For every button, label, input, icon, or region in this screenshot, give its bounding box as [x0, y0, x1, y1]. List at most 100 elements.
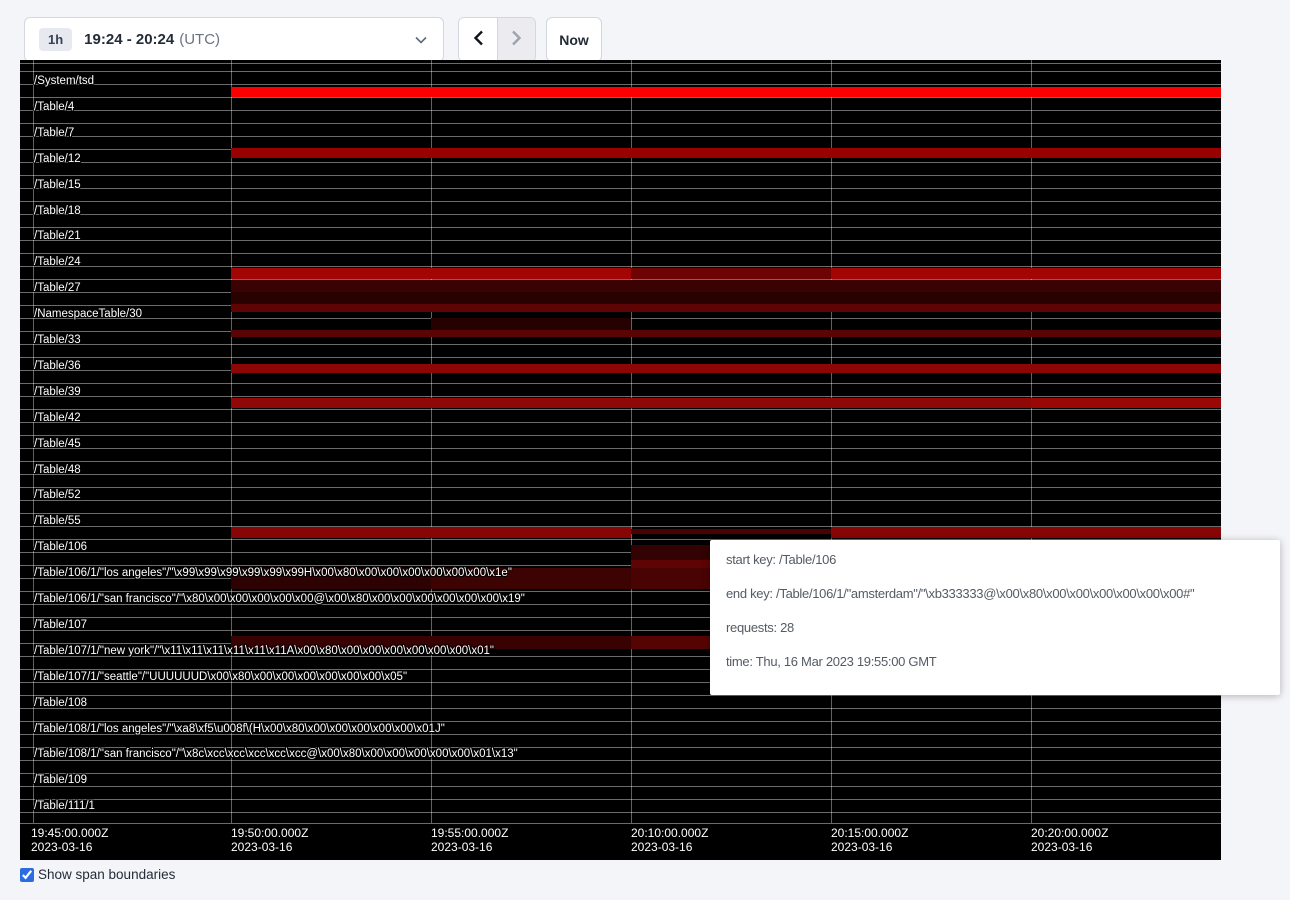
row-label: /Table/18: [34, 205, 81, 217]
now-button[interactable]: Now: [546, 17, 602, 62]
row-label: /Table/108/1/"san francisco"/"\x8c\xcc\x…: [34, 748, 518, 760]
row-label: /Table/106/1/"san francisco"/"\x80\x00\x…: [34, 593, 525, 605]
heat-band-segment[interactable]: [231, 268, 631, 279]
heat-band-segment[interactable]: [1031, 398, 1221, 408]
grid-line-h: [20, 435, 1221, 436]
heat-band-segment[interactable]: [231, 148, 1221, 158]
x-tick: 20:10:00.000Z2023-03-16: [631, 826, 708, 854]
grid-line-h: [20, 357, 1221, 358]
grid-line-h: [20, 448, 1221, 449]
grid-line-h: [20, 214, 1221, 215]
x-tick-date: 2023-03-16: [31, 840, 108, 854]
x-tick: 19:55:00.000Z2023-03-16: [431, 826, 508, 854]
x-tick: 19:50:00.000Z2023-03-16: [231, 826, 308, 854]
row-label: /Table/45: [34, 438, 81, 450]
row-label: /Table/111/1: [34, 800, 95, 812]
grid-line-h: [20, 162, 1221, 163]
heat-band-segment[interactable]: [231, 330, 1221, 337]
x-tick: 19:45:00.000Z2023-03-16: [31, 826, 108, 854]
grid-line-h: [20, 474, 1221, 475]
x-tick-time: 19:50:00.000Z: [231, 826, 308, 840]
chevron-down-icon: [415, 36, 427, 44]
grid-line-v: [631, 60, 632, 823]
x-tick: 20:20:00.000Z2023-03-16: [1031, 826, 1108, 854]
x-tick-time: 20:10:00.000Z: [631, 826, 708, 840]
x-tick-time: 19:55:00.000Z: [431, 826, 508, 840]
grid-line-h: [20, 799, 1221, 800]
grid-line-h: [20, 344, 1221, 345]
grid-line-h: [20, 773, 1221, 774]
grid-line-h: [20, 201, 1221, 202]
grid-line-h: [20, 422, 1221, 423]
heat-band-segment[interactable]: [231, 398, 1031, 408]
row-label: /Table/107/1/"new york"/"\x11\x11\x11\x1…: [34, 645, 494, 657]
grid-line-h: [20, 461, 1221, 462]
row-label: /Table/21: [34, 230, 81, 242]
grid-line-h: [20, 188, 1221, 189]
grid-line-h: [20, 84, 1221, 85]
tooltip-time: time: Thu, 16 Mar 2023 19:55:00 GMT: [726, 655, 1270, 669]
row-label: /Table/33: [34, 334, 81, 346]
x-tick-date: 2023-03-16: [1031, 840, 1108, 854]
show-span-boundaries-checkbox[interactable]: [20, 868, 34, 882]
heat-band-segment[interactable]: [231, 304, 1221, 312]
heat-band-segment[interactable]: [231, 527, 631, 538]
heat-band-segment[interactable]: [631, 529, 831, 534]
grid-line-h: [20, 823, 1221, 824]
grid-line-h: [20, 409, 1221, 410]
grid-line-v: [831, 60, 832, 823]
footer-controls: Show span boundaries: [20, 867, 175, 882]
next-time-button[interactable]: [497, 18, 535, 61]
time-range-selector[interactable]: 1h 19:24 - 20:24 (UTC): [24, 17, 444, 62]
time-range-text: 19:24 - 20:24: [84, 31, 174, 48]
heat-band-segment[interactable]: [231, 292, 1221, 304]
duration-badge: 1h: [39, 28, 72, 51]
row-label: /Table/12: [34, 153, 81, 165]
row-label: /Table/107/1/"seattle"/"UUUUUUD\x00\x80\…: [34, 671, 407, 683]
show-span-boundaries-label: Show span boundaries: [38, 867, 175, 882]
row-label: /Table/52: [34, 489, 81, 501]
grid-line-v: [431, 60, 432, 823]
grid-line-h: [20, 123, 1221, 124]
grid-line-h: [20, 786, 1221, 787]
key-visualizer-canvas[interactable]: /System/tsd/Table/4/Table/7/Table/12/Tab…: [20, 60, 1221, 860]
grid-line-h: [20, 71, 1221, 72]
x-tick-time: 20:15:00.000Z: [831, 826, 908, 840]
tooltip-requests: requests: 28: [726, 621, 1270, 635]
grid-line-h: [20, 253, 1221, 254]
row-label: /System/tsd: [34, 75, 94, 87]
heat-band-segment[interactable]: [231, 280, 1221, 292]
heat-band-segment[interactable]: [431, 318, 631, 330]
grid-line-v: [231, 60, 232, 823]
grid-line-h: [20, 63, 1221, 64]
x-tick-date: 2023-03-16: [231, 840, 308, 854]
grid-line-h: [20, 695, 1221, 696]
grid-line-h: [20, 383, 1221, 384]
grid-line-h: [20, 136, 1221, 137]
row-label: /Table/24: [34, 256, 81, 268]
grid-line-h: [20, 240, 1221, 241]
grid-line-h: [20, 110, 1221, 111]
grid-line-h: [20, 227, 1221, 228]
row-label: /Table/55: [34, 515, 81, 527]
x-tick: 20:15:00.000Z2023-03-16: [831, 826, 908, 854]
time-nav-group: [458, 17, 536, 62]
grid-line-h: [20, 708, 1221, 709]
heat-band-segment[interactable]: [231, 87, 1221, 97]
row-label: /Table/27: [34, 282, 81, 294]
heat-band-segment[interactable]: [631, 268, 831, 279]
heat-band-segment[interactable]: [831, 268, 1221, 279]
x-tick-date: 2023-03-16: [831, 840, 908, 854]
row-label: /Table/39: [34, 386, 81, 398]
grid-line-h: [20, 266, 1221, 267]
prev-time-button[interactable]: [459, 18, 497, 61]
grid-line-h: [20, 500, 1221, 501]
grid-line-h: [20, 487, 1221, 488]
chevron-left-icon: [473, 30, 484, 49]
grid-line-h: [20, 175, 1221, 176]
row-label: /Table/109: [34, 774, 87, 786]
heat-band-segment[interactable]: [231, 364, 1221, 373]
heat-band-segment[interactable]: [831, 527, 1221, 538]
grid-line-h: [20, 513, 1221, 514]
row-label: /Table/108: [34, 697, 87, 709]
